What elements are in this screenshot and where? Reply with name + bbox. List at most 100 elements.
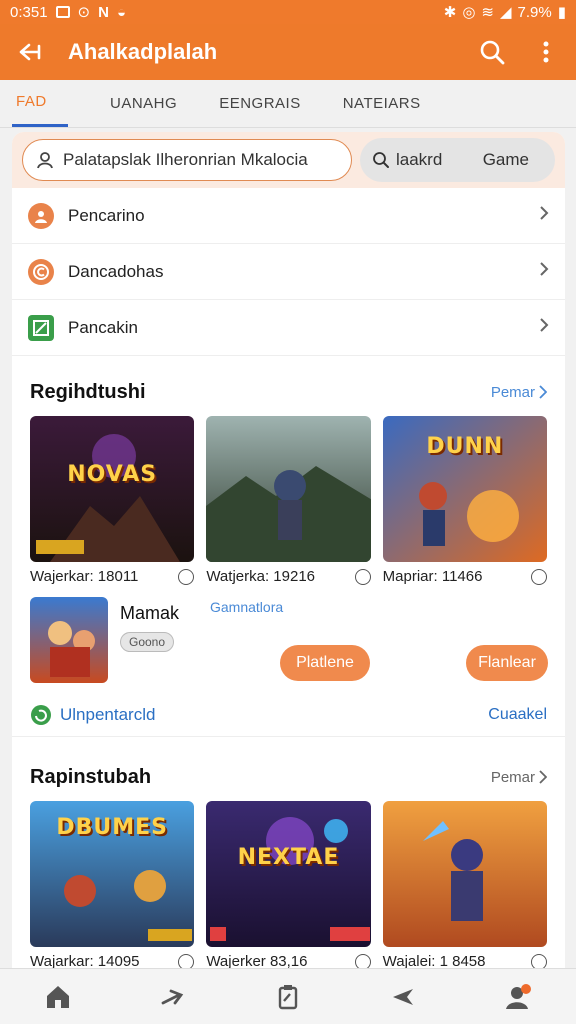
game-art-title: NEXTAE (237, 845, 340, 870)
chip-game-label: Game (482, 150, 529, 169)
chevron-right-icon (539, 770, 547, 784)
game-meta: Wajerker 83,16 (206, 953, 371, 968)
status-bar: 0:351 ⊙ N ◒ ✱ ◎ ≋ ◢ 7.9% ▮ (0, 0, 576, 24)
more-label: Pemar (490, 383, 535, 401)
menu-item-label: Dancadohas (68, 261, 164, 281)
bluetooth-icon: ✱ (443, 4, 457, 21)
game-thumbnail[interactable] (206, 416, 371, 562)
section-title: Regihdtushi (30, 380, 146, 403)
chip-label: laakrd (396, 150, 443, 169)
tab-eengrais[interactable]: EENGRAIS (219, 79, 301, 127)
copyright-icon (28, 258, 54, 285)
game-caption: Watjerka: 19216 (206, 568, 315, 585)
battery-icon: ▮ (557, 4, 566, 21)
user-circle-icon (28, 202, 54, 229)
more-vert-icon[interactable] (530, 36, 562, 68)
chat-icon: ◒ (116, 3, 127, 21)
select-radio[interactable] (530, 953, 547, 968)
select-radio[interactable] (178, 568, 195, 585)
chevron-right-icon (539, 317, 549, 338)
app-notification-icon: ⊙ (77, 4, 91, 21)
game-caption: Mapriar: 11466 (382, 568, 483, 585)
more-label: Pemar (490, 768, 535, 786)
game-art-title: NOVAS (67, 462, 158, 487)
game-meta: Mapriar: 11466 (383, 568, 547, 585)
select-radio[interactable] (354, 568, 371, 585)
game-meta: Wajalei: 1 8458 (383, 953, 547, 968)
wifi-icon: ≋ (481, 4, 494, 21)
battery-label: 7.9% (517, 3, 552, 21)
chevron-right-icon (539, 205, 549, 226)
game-thumbnail[interactable]: NOVAS (30, 416, 195, 562)
menu-item-label: Pencarino (68, 205, 145, 225)
alarm-icon: ◎ (462, 4, 476, 21)
featured-info: Mamak Goono (120, 597, 179, 687)
featured-title: Mamak (120, 603, 180, 623)
game-meta: Wajerkar: 18011 (30, 568, 195, 585)
section-title: Rapinstubah (30, 765, 152, 788)
meta-row-1: Wajerkar: 18011 Watjerka: 19216 Mapriar:… (12, 562, 565, 585)
game-thumbnail[interactable]: DBUMES (30, 801, 195, 947)
search-input[interactable]: Palatapslak Ilheronrian Mkalocia (22, 139, 352, 181)
search-icon[interactable] (476, 36, 508, 68)
clipboard-icon[interactable] (272, 981, 304, 1013)
app-bar: Ahalkadplalah (0, 24, 576, 80)
game-thumbnail[interactable]: DUNN (382, 416, 547, 562)
select-radio[interactable] (530, 568, 547, 585)
main-card: Palatapslak Ilheronrian Mkalocia laakrd … (12, 132, 565, 968)
game-thumbnail[interactable]: NEXTAE (206, 801, 371, 947)
box-check-icon (28, 314, 54, 341)
game-art-title: DBUMES (56, 815, 168, 840)
select-radio[interactable] (354, 953, 371, 968)
menu-item-dancadohas[interactable]: Dancadohas (12, 244, 565, 300)
send-back-icon[interactable] (387, 981, 419, 1013)
game-meta: Watjerka: 19216 (206, 568, 371, 585)
game-caption: Wajarkar: 14095 (30, 953, 140, 968)
forward-arrow-icon[interactable] (157, 981, 189, 1013)
info-right-link[interactable]: Cuaakel (488, 706, 547, 724)
app-title: Ahalkadplalah (68, 39, 218, 64)
tab-uanahg[interactable]: UANAHG (110, 79, 177, 127)
info-left-label: Ulnpentarcld (60, 704, 156, 724)
game-grid-2: DBUMES NEXTAE (12, 801, 565, 947)
game-caption: Wajerkar: 18011 (30, 568, 139, 585)
menu-item-label: Pancakin (68, 317, 138, 337)
featured-item: Mamak Goono Gamnatlora Platlene Flanlear (12, 585, 565, 687)
user-icon (37, 152, 53, 169)
section-more-link[interactable]: Pemar (491, 384, 547, 401)
game-grid-1: NOVAS DUNN (12, 416, 565, 562)
meta-row-2: Wajarkar: 14095 Wajerker 83,16 Wajalei: … (12, 947, 565, 968)
featured-subtitle[interactable]: Gamnatlora (210, 599, 283, 615)
signal-icon: ◢ (499, 4, 512, 21)
featured-thumbnail[interactable] (30, 597, 108, 683)
back-icon[interactable] (14, 36, 46, 68)
info-row: Ulnpentarcld Cuaakel (12, 693, 565, 737)
menu-item-pencarino[interactable]: Pencarino (12, 188, 565, 244)
select-radio[interactable] (178, 953, 195, 968)
search-placeholder: Palatapslak Ilheronrian Mkalocia (63, 150, 308, 169)
section-more-link[interactable]: Pemar (491, 769, 547, 786)
profile-icon[interactable] (502, 981, 534, 1013)
section-header-1: Regihdtushi Pemar (12, 368, 565, 416)
game-caption: Wajerker 83,16 (206, 953, 308, 968)
game-thumbnail[interactable] (382, 801, 547, 947)
tab-nateiars[interactable]: NATEIARS (343, 79, 421, 127)
refresh-icon (31, 704, 51, 725)
platlene-button[interactable]: Platlene (280, 645, 370, 681)
home-icon[interactable] (42, 981, 74, 1013)
bottom-nav (0, 968, 576, 1024)
n-icon: N (98, 3, 109, 21)
notification-icon (55, 6, 70, 18)
featured-badge: Goono (120, 632, 175, 652)
search-small-icon (373, 152, 389, 168)
chevron-right-icon (539, 261, 549, 282)
section-header-2: Rapinstubah Pemar (12, 753, 565, 801)
flanlear-button[interactable]: Flanlear (466, 645, 548, 681)
tab-bar: FAD UANAHG EENGRAIS NATEIARS (0, 80, 576, 128)
tab-fad[interactable]: FAD (12, 79, 68, 127)
info-left[interactable]: Ulnpentarcld (30, 704, 155, 726)
search-game-chip[interactable]: laakrd Game (360, 138, 555, 182)
search-area: Palatapslak Ilheronrian Mkalocia laakrd … (12, 132, 565, 188)
menu-item-pancakin[interactable]: Pancakin (12, 300, 565, 356)
game-caption: Wajalei: 1 8458 (382, 953, 486, 968)
